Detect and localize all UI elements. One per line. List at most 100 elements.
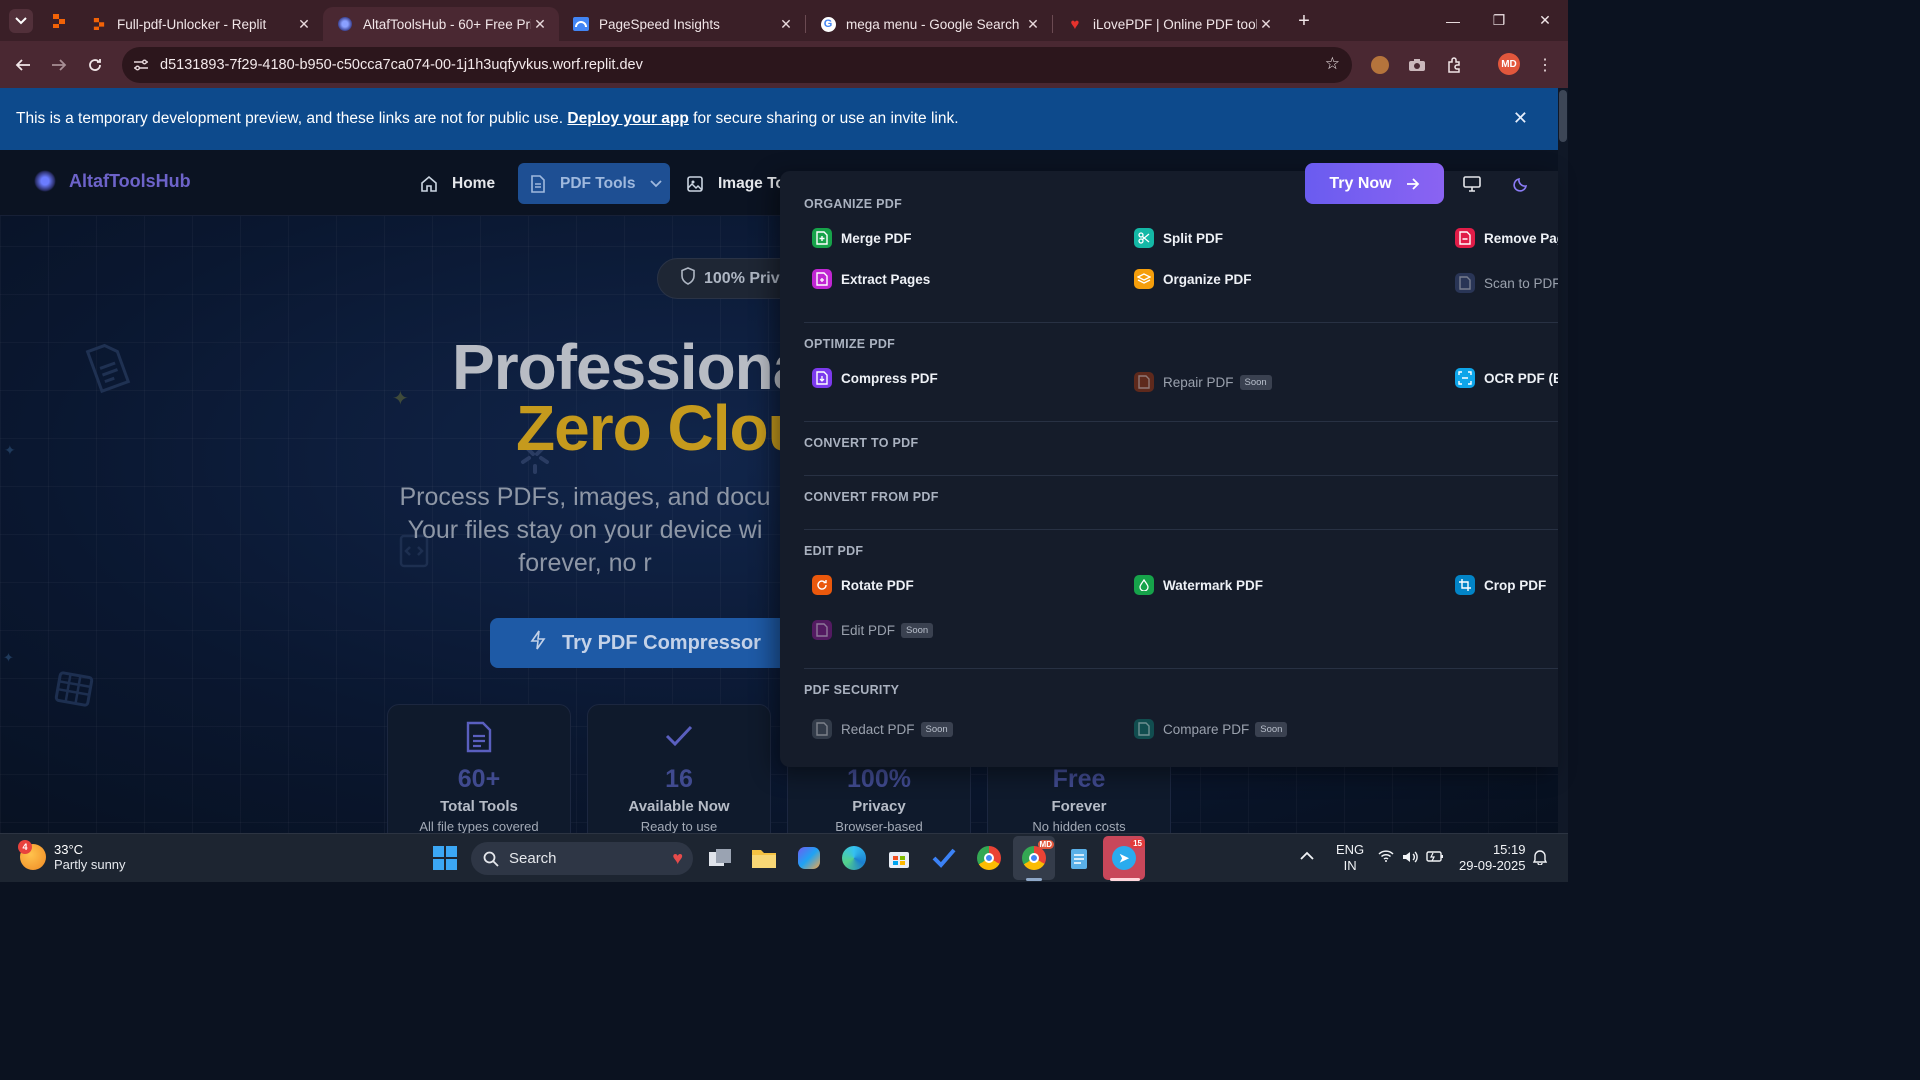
extensions-puzzle-icon[interactable] — [1443, 53, 1467, 77]
restore-button[interactable]: ❐ — [1476, 0, 1522, 41]
menu-item-watermark-pdf[interactable]: Watermark PDF — [1134, 575, 1263, 595]
profile-avatar[interactable]: MD — [1498, 53, 1520, 75]
edge-icon[interactable] — [841, 845, 867, 871]
close-tab-icon[interactable]: ✕ — [777, 16, 795, 33]
store-icon[interactable] — [886, 845, 912, 871]
nav-pdf-tools[interactable]: PDF Tools — [518, 163, 670, 204]
camera-extension-icon[interactable] — [1405, 53, 1429, 77]
site-logo[interactable]: AltafToolsHub — [34, 170, 191, 192]
cookie-extension-icon[interactable] — [1368, 53, 1392, 77]
tab-altaftoolshub[interactable]: AltafToolsHub - 60+ Free Privac ✕ — [323, 7, 559, 41]
back-button[interactable] — [5, 47, 41, 83]
try-pdf-compressor-button[interactable]: Try PDF Compressor — [490, 618, 790, 668]
battery-icon[interactable] — [1426, 850, 1444, 866]
lang-primary: ENG — [1336, 842, 1365, 857]
new-tab-button[interactable]: + — [1289, 10, 1319, 33]
nav-pdf-label: PDF Tools — [560, 174, 636, 192]
bookmark-star-icon[interactable]: ☆ — [1325, 54, 1340, 74]
scrollbar-thumb[interactable] — [1559, 90, 1567, 142]
menu-item-merge-pdf[interactable]: Merge PDF — [812, 228, 912, 248]
chrome-icon[interactable] — [976, 845, 1002, 871]
shield-icon — [680, 267, 696, 290]
tab-pagespeed[interactable]: PageSpeed Insights ✕ — [559, 7, 805, 41]
tab-title: AltafToolsHub - 60+ Free Privac — [363, 16, 531, 32]
weather-widget[interactable]: 4 33°C Partly sunny — [18, 840, 126, 872]
tab-google[interactable]: G mega menu - Google Search ✕ — [806, 7, 1052, 41]
menu-item-organize-pdf[interactable]: Organize PDF — [1134, 269, 1252, 289]
close-tab-icon[interactable]: ✕ — [295, 16, 313, 33]
taskbar-search[interactable]: Search ♥ — [471, 842, 693, 875]
try-now-label: Try Now — [1329, 174, 1392, 192]
notification-bell-icon[interactable] — [1532, 849, 1548, 869]
pinned-tab-replit[interactable] — [41, 13, 77, 29]
todo-icon[interactable] — [931, 845, 957, 871]
menu-item-repair-pdf[interactable]: Repair PDF Soon — [1134, 372, 1272, 392]
try-now-button[interactable]: Try Now — [1305, 163, 1444, 204]
reload-button[interactable] — [77, 47, 113, 83]
weather-temp: 33°C — [54, 842, 84, 857]
file-minus-icon — [1455, 228, 1475, 248]
rotate-icon — [812, 575, 832, 595]
close-tab-icon[interactable]: ✕ — [1257, 16, 1275, 33]
wifi-icon[interactable] — [1378, 850, 1394, 866]
edit-icon — [812, 620, 832, 640]
telegram-icon[interactable]: ➤ 15 — [1111, 839, 1145, 871]
browser-menu-icon[interactable]: ⋮ — [1533, 53, 1557, 77]
check-icon — [588, 721, 770, 757]
menu-item-extract-pages[interactable]: Extract Pages — [812, 269, 930, 289]
menu-item-compare-pdf[interactable]: Compare PDF Soon — [1134, 719, 1288, 739]
nav-home[interactable]: Home — [420, 163, 495, 204]
pdf-tools-mega-menu: ORGANIZE PDF Merge PDF Split PDF Remove … — [780, 171, 1558, 767]
task-view-icon[interactable] — [707, 845, 733, 871]
droplet-icon — [1134, 575, 1154, 595]
menu-item-rotate-pdf[interactable]: Rotate PDF — [812, 575, 914, 595]
volume-icon[interactable] — [1402, 850, 1418, 868]
menu-item-edit-pdf[interactable]: Edit PDF Soon — [812, 620, 934, 640]
windows-start-icon[interactable] — [432, 845, 458, 871]
close-window-button[interactable]: ✕ — [1522, 0, 1568, 41]
stat-number: 100% — [847, 765, 911, 793]
image-icon — [686, 175, 704, 193]
nav-image-tools[interactable]: Image To — [686, 163, 785, 204]
page-scrollbar[interactable] — [1558, 88, 1568, 833]
close-tab-icon[interactable]: ✕ — [531, 16, 549, 33]
close-tab-icon[interactable]: ✕ — [1024, 16, 1042, 33]
language-indicator[interactable]: ENG IN — [1336, 842, 1364, 874]
menu-divider — [804, 322, 1558, 323]
menu-item-scan-to-pdf[interactable]: Scan to PDF — [1455, 273, 1558, 293]
brand-name: AltafToolsHub — [69, 170, 191, 191]
menu-item-ocr-pdf[interactable]: OCR PDF (Ex — [1455, 368, 1558, 388]
minimize-button[interactable]: — — [1430, 0, 1476, 41]
wrench-icon — [1134, 372, 1154, 392]
notepad-icon[interactable] — [1066, 845, 1092, 871]
address-bar[interactable]: d5131893-7f29-4180-b950-c50cca7ca074-00-… — [122, 47, 1352, 83]
chrome-profile-icon[interactable]: MD — [1021, 840, 1054, 871]
menu-divider — [804, 668, 1558, 669]
soon-badge: Soon — [1255, 721, 1288, 737]
deploy-app-link[interactable]: Deploy your app — [567, 110, 688, 128]
document-icon — [388, 721, 570, 757]
tab-replit[interactable]: Full-pdf-Unlocker - Replit ✕ — [77, 7, 323, 41]
running-indicator — [1026, 878, 1042, 881]
menu-item-split-pdf[interactable]: Split PDF — [1134, 228, 1223, 248]
copilot-icon[interactable] — [796, 845, 822, 871]
menu-item-label: Redact PDF — [841, 721, 915, 737]
logo-mark-icon — [34, 170, 56, 192]
monitor-icon[interactable] — [1463, 175, 1481, 193]
tray-chevron-icon[interactable] — [1300, 848, 1314, 864]
menu-item-remove-pages[interactable]: Remove Pag — [1455, 228, 1558, 248]
forward-button[interactable] — [41, 47, 77, 83]
file-explorer-icon[interactable] — [751, 845, 777, 871]
menu-item-compress-pdf[interactable]: Compress PDF — [812, 368, 938, 388]
tab-search-button[interactable] — [9, 8, 33, 33]
tab-ilovepdf[interactable]: ♥ iLovePDF | Online PDF tools for ✕ — [1053, 7, 1285, 41]
close-banner-icon[interactable]: ✕ — [1513, 108, 1528, 129]
menu-item-crop-pdf[interactable]: Crop PDF — [1455, 575, 1546, 595]
clock[interactable]: 15:19 29-09-2025 — [1459, 842, 1526, 874]
moon-icon[interactable] — [1512, 175, 1530, 193]
menu-item-redact-pdf[interactable]: Redact PDF Soon — [812, 719, 953, 739]
section-title-edit: EDIT PDF — [804, 544, 864, 558]
stat-desc: No hidden costs — [1032, 819, 1126, 833]
site-info-icon[interactable] — [126, 52, 156, 78]
url-text: d5131893-7f29-4180-b950-c50cca7ca074-00-… — [160, 57, 643, 73]
